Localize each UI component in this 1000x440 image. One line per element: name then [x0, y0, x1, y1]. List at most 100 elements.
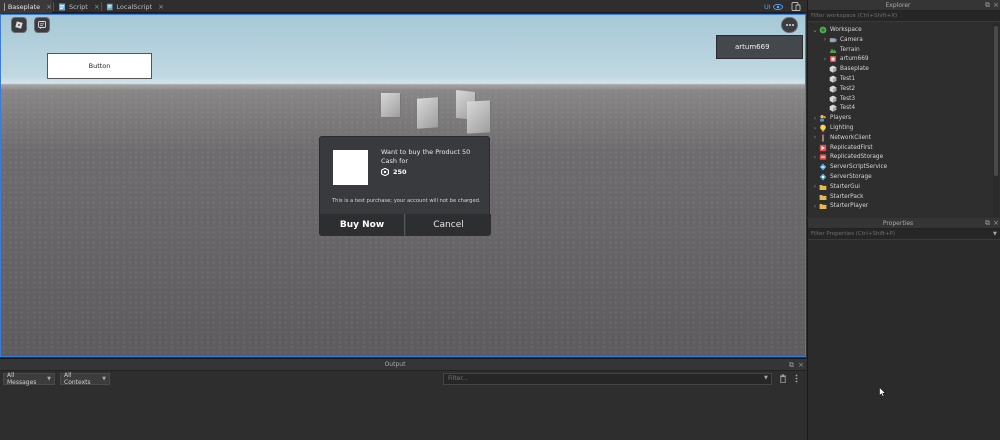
- properties-list: [808, 240, 1000, 440]
- explorer-item-test1[interactable]: Test1: [821, 74, 855, 84]
- explorer-item-replicatedstorage[interactable]: › ReplicatedStorage: [811, 152, 883, 162]
- chevron-right-icon[interactable]: ›: [821, 56, 829, 63]
- test-part[interactable]: [417, 97, 438, 129]
- explorer-item-label: NetworkClient: [830, 134, 871, 141]
- folder-icon: [819, 184, 827, 190]
- explorer-item-label: ReplicatedFirst: [830, 144, 873, 151]
- cancel-button[interactable]: Cancel: [406, 214, 491, 236]
- scrollbar-thumb[interactable]: [994, 26, 998, 176]
- chevron-down-icon[interactable]: ▼: [764, 375, 768, 381]
- properties-filter-input[interactable]: Filter Properties (Ctrl+Shift+P) ▼: [808, 229, 1000, 240]
- explorer-item-label: StarterGui: [830, 183, 860, 190]
- chevron-right-icon[interactable]: ›: [811, 154, 819, 161]
- chevron-down-icon[interactable]: ⌄: [811, 27, 819, 34]
- purchase-prompt-dialog: Want to buy the Product 50 Cash for 250 …: [319, 136, 491, 236]
- trash-icon[interactable]: [779, 374, 787, 383]
- explorer-item-test4[interactable]: Test4: [821, 103, 855, 113]
- output-header: Output ⧉ ×: [0, 359, 806, 371]
- explorer-item-label: ServerScriptService: [830, 164, 888, 171]
- tab-script[interactable]: Script ×: [54, 0, 100, 13]
- close-icon[interactable]: ×: [158, 3, 164, 11]
- explorer-item-lighting[interactable]: › Lighting: [811, 123, 853, 133]
- part-icon: [829, 85, 837, 93]
- folder-icon: [819, 204, 827, 210]
- device-emulator-icon[interactable]: [791, 2, 801, 11]
- chevron-right-icon[interactable]: ›: [811, 115, 819, 122]
- close-icon[interactable]: ×: [798, 361, 806, 369]
- explorer-item-label: Baseplate: [840, 66, 869, 73]
- explorer-item-starterplayer[interactable]: › StarterPlayer: [811, 201, 868, 211]
- undock-icon[interactable]: ⧉: [985, 219, 990, 228]
- explorer-title: Explorer: [885, 2, 911, 9]
- explorer-item-startergui[interactable]: › StarterGui: [811, 182, 860, 192]
- chevron-down-icon: ▼: [102, 376, 106, 382]
- replicated-first-icon: [819, 144, 827, 151]
- chevron-right-icon[interactable]: ›: [811, 183, 819, 190]
- close-icon[interactable]: ×: [993, 219, 999, 228]
- tab-label: Baseplate: [7, 2, 41, 11]
- roblox-logo-icon: [15, 21, 23, 29]
- explorer-item-networkclient[interactable]: › NetworkClient: [811, 133, 871, 143]
- properties-filter-placeholder: Filter Properties (Ctrl+Shift+P): [811, 231, 896, 237]
- explorer-item-workspace[interactable]: ⌄ Workspace: [811, 25, 862, 35]
- properties-header: Properties ⧉ ×: [808, 218, 1000, 229]
- test-part[interactable]: [381, 93, 400, 117]
- chevron-right-icon[interactable]: ›: [811, 134, 819, 141]
- roblox-menu-button[interactable]: [11, 17, 27, 33]
- chevron-right-icon[interactable]: ›: [811, 203, 819, 210]
- output-toolbar: All Messages ▼ All Contexts ▼ Filter... …: [0, 371, 806, 387]
- close-icon[interactable]: ×: [46, 3, 52, 11]
- explorer-item-camera[interactable]: › Camera: [821, 35, 863, 45]
- tab-baseplate[interactable]: Baseplate ×: [0, 0, 52, 13]
- explorer-filter-input[interactable]: Filter workspace (Ctrl+Shift+X): [808, 11, 1000, 22]
- explorer-item-artum669[interactable]: › artum669: [821, 54, 869, 64]
- game-viewport[interactable]: Button artum669 Want to buy the Product …: [0, 14, 806, 357]
- explorer-item-starterpack[interactable]: StarterPack: [811, 192, 863, 202]
- product-image: [333, 150, 368, 185]
- chat-button[interactable]: [34, 17, 50, 33]
- undock-icon[interactable]: ⧉: [789, 361, 797, 369]
- explorer-item-baseplate[interactable]: Baseplate: [821, 64, 869, 74]
- chevron-right-icon[interactable]: ›: [821, 36, 829, 43]
- terrain-icon: [829, 48, 837, 53]
- output-filter-input[interactable]: Filter...: [443, 373, 772, 385]
- contexts-filter-dropdown[interactable]: All Contexts ▼: [60, 372, 110, 386]
- explorer-item-serverscriptservice[interactable]: ServerScriptService: [811, 162, 887, 172]
- character-icon: [830, 56, 836, 63]
- workspace-icon: [819, 26, 827, 34]
- buy-now-button[interactable]: Buy Now: [320, 214, 405, 236]
- explorer-item-test3[interactable]: Test3: [821, 94, 855, 104]
- explorer-scrollbar[interactable]: [993, 22, 999, 217]
- more-options-button[interactable]: [781, 17, 798, 33]
- explorer-item-serverstorage[interactable]: ServerStorage: [811, 172, 872, 182]
- close-icon[interactable]: ×: [94, 3, 100, 11]
- player-name-badge[interactable]: artum669: [716, 35, 803, 59]
- explorer-item-test2[interactable]: Test2: [821, 84, 855, 94]
- properties-title: Properties: [882, 220, 914, 227]
- explorer-header: Explorer ⧉ ×: [808, 0, 1000, 11]
- ui-visibility-toggle[interactable]: UI: [764, 1, 783, 12]
- output-title: Output: [384, 361, 406, 368]
- test-part[interactable]: [467, 100, 490, 134]
- tab-localscript[interactable]: LocalScript ×: [102, 0, 164, 13]
- messages-filter-dropdown[interactable]: All Messages ▼: [3, 372, 55, 386]
- chevron-down-icon[interactable]: ▼: [993, 229, 997, 240]
- chevron-right-icon[interactable]: ›: [811, 125, 819, 132]
- explorer-item-replicatedfirst[interactable]: ReplicatedFirst: [811, 143, 873, 153]
- explorer-item-label: ReplicatedStorage: [830, 154, 884, 161]
- script-icon: [59, 3, 65, 10]
- close-icon[interactable]: ×: [993, 1, 999, 10]
- undock-icon[interactable]: ⧉: [985, 1, 990, 10]
- part-icon: [829, 65, 837, 73]
- explorer-item-terrain[interactable]: Terrain: [821, 45, 860, 55]
- explorer-item-label: Test4: [840, 105, 856, 112]
- kebab-menu-icon[interactable]: [793, 374, 800, 383]
- explorer-item-label: Test2: [840, 85, 856, 92]
- explorer-item-label: Workspace: [830, 27, 862, 33]
- explorer-item-label: Test3: [840, 95, 856, 102]
- explorer-item-label: artum669: [840, 56, 869, 63]
- purchase-prompt-title: Want to buy the Product 50 Cash for: [381, 148, 471, 165]
- explorer-item-players[interactable]: › Players: [811, 113, 851, 123]
- screen-gui-button[interactable]: Button: [47, 53, 152, 79]
- messages-filter-value: All Messages: [7, 372, 37, 386]
